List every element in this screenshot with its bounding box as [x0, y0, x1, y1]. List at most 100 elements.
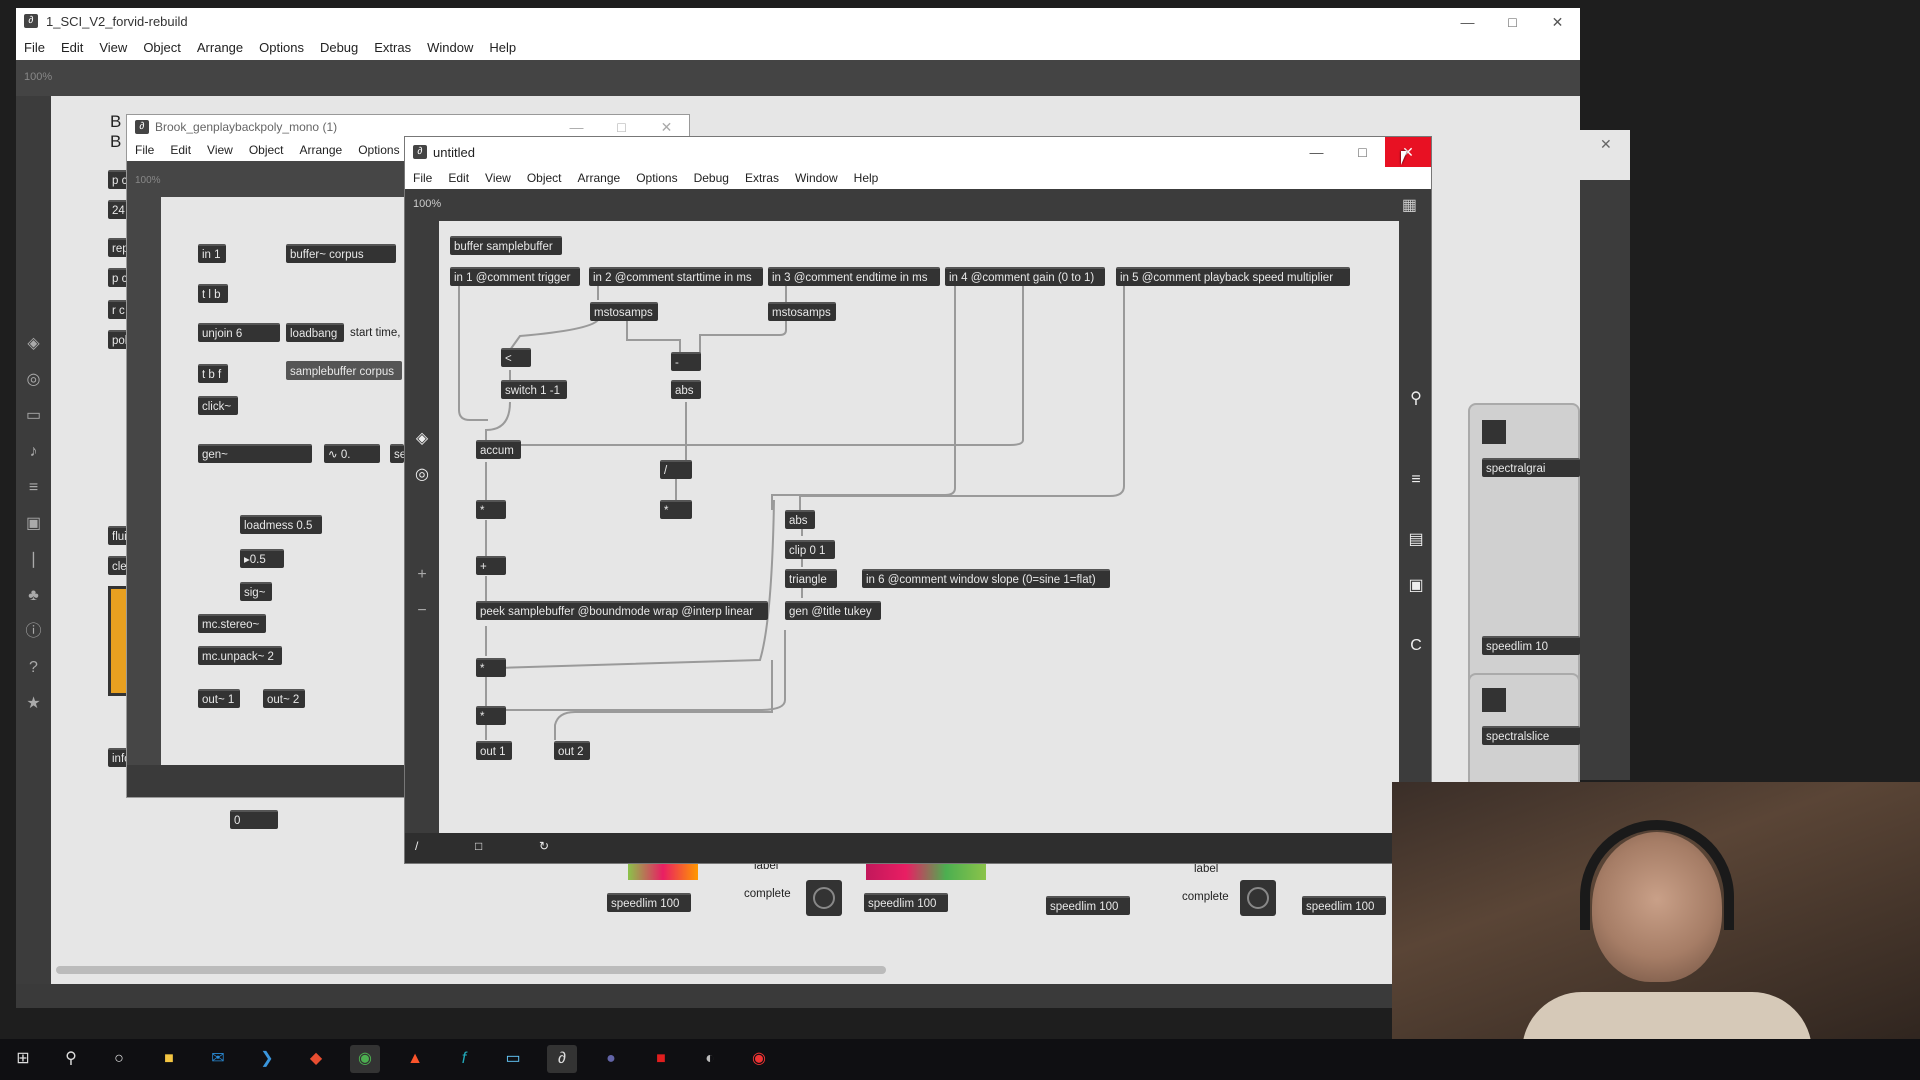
speedlim-object[interactable]: speedlim 10: [1482, 636, 1580, 655]
info-icon[interactable]: ⓘ: [16, 614, 51, 650]
inlet-object[interactable]: in 3 @comment endtime in ms: [768, 267, 940, 286]
buffer-object[interactable]: buffer samplebuffer: [450, 236, 562, 255]
sig-object[interactable]: sig~: [240, 582, 272, 601]
multiply-object[interactable]: *: [660, 500, 692, 519]
multiply-object[interactable]: *: [476, 658, 506, 677]
mcstereo-object[interactable]: mc.stereo~: [198, 614, 266, 633]
package-icon[interactable]: ◈: [16, 326, 51, 362]
multiply-object[interactable]: *: [476, 500, 506, 519]
search-icon[interactable]: ⚲: [56, 1045, 86, 1073]
inlet-object[interactable]: in 2 @comment starttime in ms: [589, 267, 763, 286]
zoom-level[interactable]: 100%: [24, 71, 52, 83]
lt-object[interactable]: <: [501, 348, 531, 367]
plus-icon[interactable]: +: [405, 557, 439, 593]
menu-arrange[interactable]: Arrange: [292, 139, 351, 161]
outlet-object[interactable]: out 1: [476, 741, 512, 760]
multiply-object[interactable]: *: [476, 706, 506, 725]
git-icon[interactable]: ◆: [301, 1045, 331, 1073]
link-icon[interactable]: ❘: [16, 542, 51, 578]
vscode-icon[interactable]: ❯: [252, 1045, 282, 1073]
abs-object[interactable]: abs: [671, 380, 701, 399]
menu-help[interactable]: Help: [846, 167, 887, 189]
minimize-button[interactable]: —: [1294, 137, 1339, 167]
speedlim-object[interactable]: speedlim 100: [607, 893, 691, 912]
close-button[interactable]: ✕: [1535, 8, 1580, 36]
f-icon[interactable]: f: [449, 1045, 479, 1073]
message-object[interactable]: samplebuffer corpus: [286, 361, 402, 380]
speedlim-object[interactable]: speedlim 100: [1046, 896, 1130, 915]
menu-file[interactable]: File: [405, 167, 440, 189]
windows-icon[interactable]: □: [475, 839, 482, 853]
bang-button[interactable]: [1482, 688, 1506, 712]
inlet-object[interactable]: in 1 @comment trigger: [450, 267, 580, 286]
number-box[interactable]: 0: [230, 810, 278, 829]
loadbang-object[interactable]: loadbang: [286, 323, 344, 342]
menu-arrange[interactable]: Arrange: [189, 36, 251, 59]
click-object[interactable]: click~: [198, 396, 238, 415]
brave-icon[interactable]: ▲: [400, 1045, 430, 1073]
bang-button[interactable]: [1482, 420, 1506, 444]
camera-icon[interactable]: ▣: [1399, 568, 1431, 604]
bang-button[interactable]: [1240, 880, 1276, 916]
gen-tukey-object[interactable]: gen @title tukey: [785, 601, 881, 620]
maximize-button[interactable]: □: [1340, 137, 1385, 167]
switch-object[interactable]: switch 1 -1: [501, 380, 567, 399]
max-icon[interactable]: ∂: [547, 1045, 577, 1073]
number-object[interactable]: ∿ 0.: [324, 444, 380, 463]
inspector-icon[interactable]: ≡: [16, 470, 51, 506]
menu-options[interactable]: Options: [251, 36, 312, 59]
search-icon[interactable]: ⚲: [1399, 381, 1431, 417]
teams-icon[interactable]: ●: [596, 1045, 626, 1073]
image-icon[interactable]: ▣: [16, 506, 51, 542]
out-object[interactable]: out~ 1: [198, 689, 240, 708]
out-object[interactable]: out~ 2: [263, 689, 305, 708]
grid-icon[interactable]: ▦: [1402, 195, 1417, 215]
menu-object[interactable]: Object: [519, 167, 570, 189]
menu-view[interactable]: View: [477, 167, 519, 189]
close-icon[interactable]: ✕: [1600, 136, 1612, 153]
menu-debug[interactable]: Debug: [312, 36, 366, 59]
menu-edit[interactable]: Edit: [53, 36, 91, 59]
trigger-object[interactable]: t l b: [198, 284, 228, 303]
outlet-object[interactable]: out 2: [554, 741, 590, 760]
clip-object[interactable]: clip 0 1: [785, 540, 835, 559]
puzzle-icon[interactable]: ♣: [16, 578, 51, 614]
divide-object[interactable]: /: [660, 460, 692, 479]
help-icon[interactable]: ?: [16, 650, 51, 686]
spectralslice-object[interactable]: spectralslice: [1482, 726, 1580, 745]
horizontal-scrollbar[interactable]: [56, 966, 886, 974]
gen-object[interactable]: gen~: [198, 444, 312, 463]
menu-view[interactable]: View: [91, 36, 135, 59]
refresh-icon[interactable]: ↻: [539, 839, 549, 853]
menu-file[interactable]: File: [16, 36, 53, 59]
list-icon[interactable]: ≡: [1399, 462, 1431, 498]
minus-object[interactable]: -: [671, 352, 701, 371]
refresh-icon[interactable]: C: [1399, 628, 1431, 664]
menu-help[interactable]: Help: [481, 36, 524, 59]
inlet-object[interactable]: in 5 @comment playback speed multiplier: [1116, 267, 1350, 286]
menu-arrange[interactable]: Arrange: [570, 167, 629, 189]
menu-edit[interactable]: Edit: [162, 139, 199, 161]
chrome-icon[interactable]: ◉: [350, 1045, 380, 1073]
acrobat-icon[interactable]: ■: [646, 1045, 676, 1073]
zoom-level[interactable]: 100%: [413, 198, 441, 210]
flonum-object[interactable]: ▸0.5: [240, 549, 284, 568]
object-partial[interactable]: se: [390, 444, 406, 463]
windows-start-icon[interactable]: ⊞: [8, 1045, 38, 1073]
menu-object[interactable]: Object: [135, 36, 189, 59]
menu-view[interactable]: View: [199, 139, 241, 161]
file-explorer-icon[interactable]: ■: [154, 1045, 184, 1073]
menu-debug[interactable]: Debug: [686, 167, 737, 189]
app-icon[interactable]: ▭: [498, 1045, 528, 1073]
book-icon[interactable]: ▤: [1399, 522, 1431, 558]
mstosamps-object[interactable]: mstosamps: [768, 302, 836, 321]
unjoin-object[interactable]: unjoin 6: [198, 323, 280, 342]
inlet-object[interactable]: in 6 @comment window slope (0=sine 1=fla…: [862, 569, 1110, 588]
target-icon[interactable]: ◎: [405, 457, 439, 493]
menu-object[interactable]: Object: [241, 139, 292, 161]
accum-object[interactable]: accum: [476, 440, 521, 459]
music-icon[interactable]: ♪: [16, 434, 51, 470]
menu-extras[interactable]: Extras: [737, 167, 787, 189]
menu-file[interactable]: File: [127, 139, 162, 161]
target-icon[interactable]: ◎: [16, 362, 51, 398]
